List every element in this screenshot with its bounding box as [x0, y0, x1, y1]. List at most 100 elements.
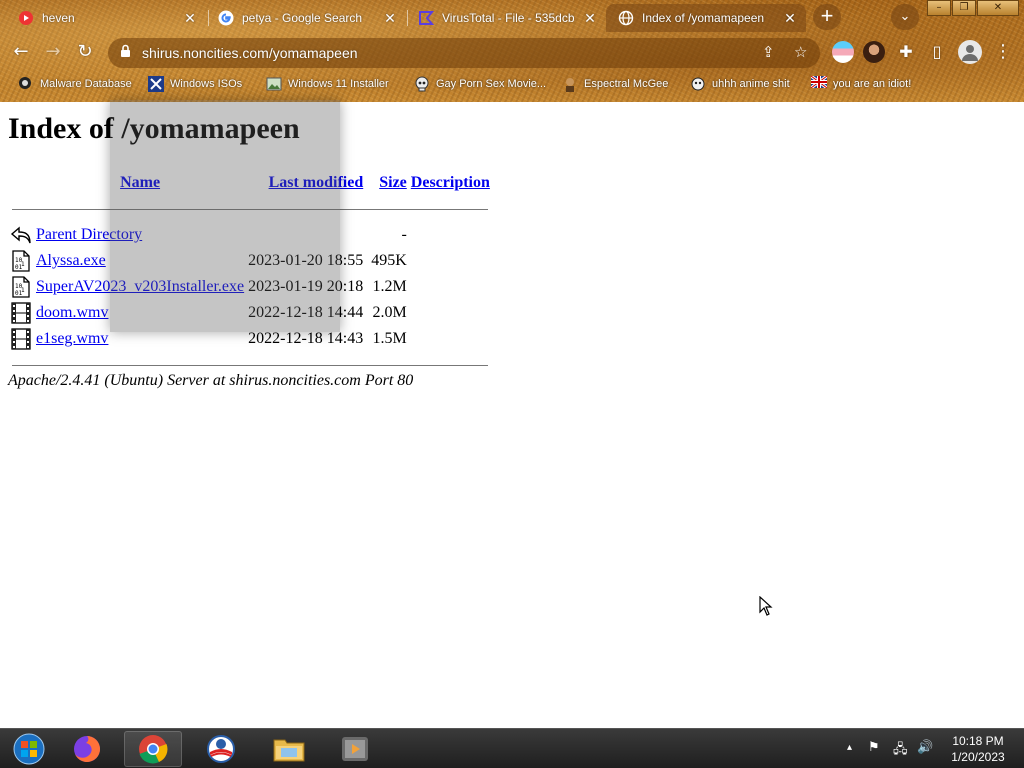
tray-overflow-icon[interactable]: ▴ — [847, 742, 852, 753]
name-sort-link[interactable]: Name — [120, 174, 160, 191]
extensions-puzzle-icon[interactable]: ✚ — [893, 39, 919, 65]
server-signature: Apache/2.4.41 (Ubuntu) Server at shirus.… — [8, 372, 414, 389]
media-player-icon[interactable] — [326, 731, 384, 767]
modified-cell — [246, 222, 365, 248]
modified-sort-link[interactable]: Last modified — [269, 174, 364, 191]
browser-chrome: heven ✕ petya - Google Search ✕ VirusTot… — [0, 0, 1024, 102]
share-icon[interactable]: ⇪ — [762, 43, 775, 61]
lock-icon[interactable] — [120, 44, 131, 62]
tab-heven[interactable]: heven ✕ — [6, 4, 206, 32]
svg-text:1: 1 — [21, 261, 25, 268]
chrome-menu-icon[interactable]: ⋮ — [990, 39, 1016, 65]
obama-logo-icon[interactable] — [192, 731, 250, 767]
bookmark-you-are-an-idiot[interactable]: you are an idiot! — [810, 74, 912, 92]
forward-button[interactable]: → — [40, 39, 66, 65]
google-g-icon — [218, 10, 234, 26]
globe-icon — [618, 10, 634, 26]
tab-strip: heven ✕ petya - Google Search ✕ VirusTot… — [0, 0, 1024, 34]
table-row: 10 01 1 Alyssa.exe 2023-01-20 18:55 495K — [8, 248, 492, 274]
character-icon — [562, 76, 578, 92]
film-icon — [8, 326, 34, 352]
bookmark-espectral-mcgee[interactable]: Espectral McGee — [562, 76, 668, 92]
file-link[interactable]: SuperAV2023_v203Installer.exe — [36, 278, 244, 295]
size-column-header[interactable]: Size — [365, 170, 409, 196]
volume-icon[interactable]: 🔊 — [917, 740, 933, 755]
bookmark-label: Malware Database — [40, 78, 132, 90]
listing-header-row: Name Last modified Size Description — [8, 170, 492, 196]
file-link[interactable]: doom.wmv — [36, 304, 108, 321]
page-content: Index of /yomamapeen Name Last modified … — [0, 102, 1024, 728]
close-window-button[interactable]: ✕ — [977, 0, 1019, 16]
bookmark-windows-isos[interactable]: Windows ISOs — [148, 76, 242, 92]
svg-text:1: 1 — [21, 287, 25, 294]
description-cell — [409, 300, 492, 326]
description-sort-link[interactable]: Description — [411, 174, 490, 191]
action-center-flag-icon[interactable]: ⚑ — [868, 740, 880, 755]
file-link[interactable]: Alyssa.exe — [36, 252, 106, 269]
size-cell: 1.2M — [372, 278, 407, 295]
reload-button[interactable]: ↻ — [72, 39, 98, 65]
tab-index-yomamapeen[interactable]: Index of /yomamapeen ✕ — [606, 4, 806, 32]
tab-close-button[interactable]: ✕ — [180, 10, 200, 27]
avatar-extension-icon[interactable] — [863, 41, 885, 63]
modified-cell: 2023-01-19 20:18 — [248, 278, 364, 295]
clock-date: 1/20/2023 — [951, 750, 1005, 764]
start-orb-icon[interactable] — [0, 731, 58, 767]
new-tab-button[interactable]: + — [813, 4, 841, 30]
bookmark-uhhh-anime[interactable]: uhhh anime shit — [690, 76, 790, 92]
bookmark-gay-porn-sex-movie[interactable]: Gay Porn Sex Movie... — [414, 76, 546, 92]
size-cell: 2.0M — [372, 304, 407, 321]
bookmark-star-icon[interactable]: ☆ — [794, 43, 807, 61]
bookmark-malware-database[interactable]: Malware Database — [18, 76, 132, 92]
size-sort-link[interactable]: Size — [379, 174, 407, 191]
table-row: 10 01 1 SuperAV2023_v203Installer.exe 2023… — [8, 274, 492, 300]
url-text[interactable]: shirus.noncities.com/yomamapeen — [142, 45, 358, 61]
tab-close-button[interactable]: ✕ — [780, 10, 800, 27]
flag-icon — [810, 74, 828, 92]
modified-cell: 2023-01-20 18:55 — [248, 252, 364, 269]
firefox-icon[interactable] — [58, 731, 116, 767]
x-logo-icon — [148, 76, 164, 92]
mouse-cursor-icon — [759, 595, 773, 621]
profile-avatar-icon[interactable] — [958, 40, 982, 64]
chrome-icon[interactable] — [124, 731, 182, 767]
name-column-header[interactable]: Name — [34, 170, 246, 196]
tab-close-button[interactable]: ✕ — [380, 10, 400, 27]
bookmark-label: you are an idiot! — [833, 78, 912, 90]
maximize-button[interactable]: ❐ — [952, 0, 976, 16]
address-bar[interactable]: shirus.noncities.com/yomamapeen ⇪ ☆ — [108, 38, 820, 68]
binary-file-icon: 10 01 1 — [8, 274, 34, 300]
table-row: doom.wmv 2022-12-18 14:44 2.0M — [8, 300, 492, 326]
back-button[interactable]: ← — [8, 39, 34, 65]
file-link[interactable]: e1seg.wmv — [36, 330, 108, 347]
tab-title: Index of /yomamapeen — [642, 11, 765, 25]
description-cell — [409, 248, 492, 274]
description-column-header[interactable]: Description — [409, 170, 492, 196]
trans-flag-extension-icon[interactable] — [832, 41, 854, 63]
bookmark-windows-11-installer[interactable]: Windows 11 Installer — [266, 76, 389, 92]
table-row: Parent Directory - — [8, 222, 492, 248]
tab-virustotal[interactable]: VirusTotal - File - 535dcb ✕ — [406, 4, 606, 32]
back-arrow-icon — [8, 222, 34, 248]
bookmark-label: Windows ISOs — [170, 78, 243, 90]
tab-title: petya - Google Search — [242, 11, 363, 25]
film-icon — [8, 300, 34, 326]
tab-search-button[interactable]: ⌄ — [891, 4, 919, 30]
clock-time: 10:18 PM — [952, 734, 1004, 748]
network-icon[interactable]: 🖧 — [893, 740, 908, 762]
parent-directory-link[interactable]: Parent Directory — [36, 226, 142, 243]
minimize-button[interactable]: – — [927, 0, 951, 16]
size-cell: 495K — [371, 252, 407, 269]
side-panel-icon[interactable]: ▯ — [924, 39, 950, 65]
modified-column-header[interactable]: Last modified — [246, 170, 365, 196]
file-explorer-icon[interactable] — [260, 731, 318, 767]
taskbar-clock[interactable]: 10:18 PM 1/20/2023 — [940, 733, 1016, 765]
divider — [12, 208, 488, 210]
directory-listing: Name Last modified Size Description Pare… — [8, 170, 492, 378]
tab-google-search[interactable]: petya - Google Search ✕ — [206, 4, 406, 32]
bookmark-label: Espectral McGee — [584, 78, 669, 90]
tab-title: VirusTotal - File - 535dcb — [442, 11, 575, 25]
modified-cell: 2022-12-18 14:43 — [248, 330, 364, 347]
tab-close-button[interactable]: ✕ — [580, 10, 600, 27]
youtube-red-icon — [18, 10, 34, 26]
